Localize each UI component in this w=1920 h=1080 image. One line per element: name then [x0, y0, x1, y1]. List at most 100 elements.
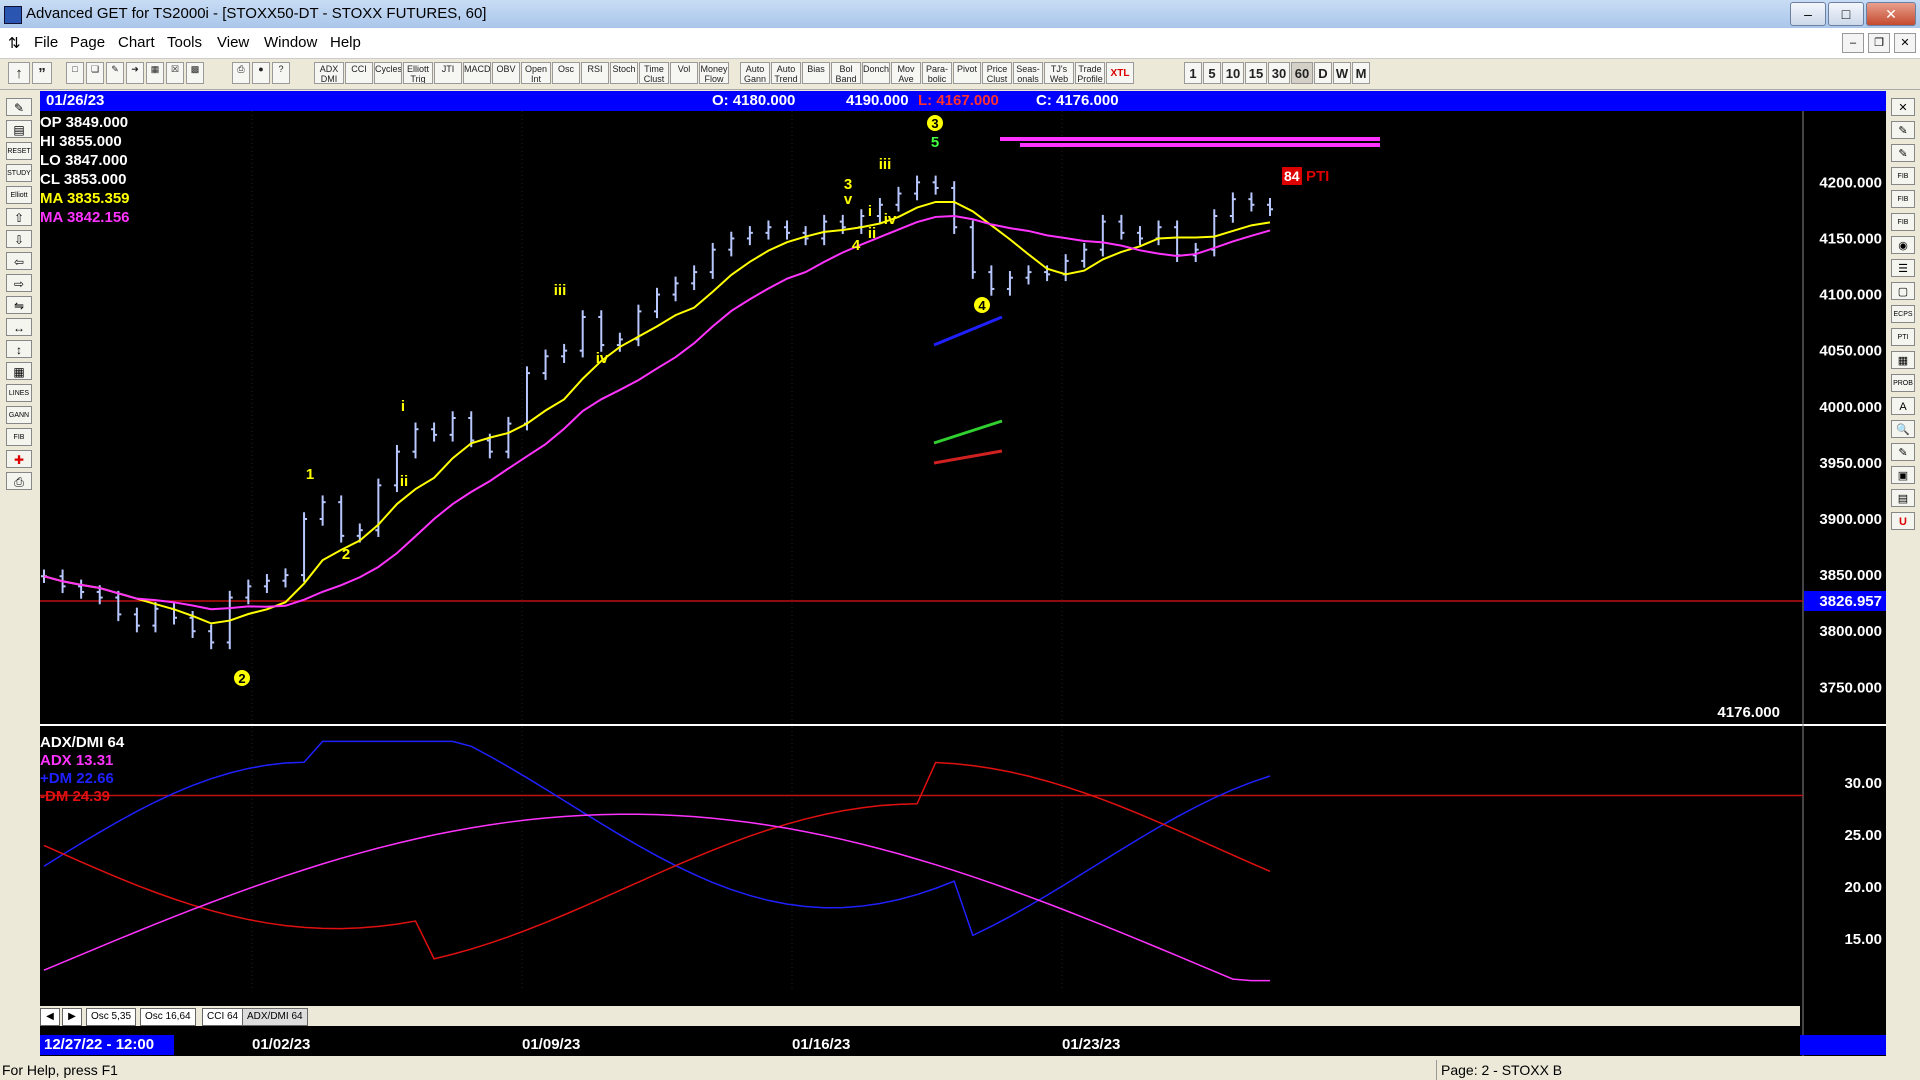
indicator-button[interactable]: RSI: [581, 62, 609, 84]
indicator-button[interactable]: Cycles: [374, 62, 402, 84]
draw-tool-icon[interactable]: A: [1891, 397, 1915, 415]
indicator-button[interactable]: JTI: [434, 62, 462, 84]
draw-tool-icon[interactable]: ↔: [6, 318, 32, 336]
indicator-button[interactable]: Seas-onals: [1013, 62, 1043, 84]
interval-button[interactable]: 5: [1203, 62, 1221, 84]
indicator-button[interactable]: MACD: [463, 62, 491, 84]
indicator-button[interactable]: Money Flow: [699, 62, 729, 84]
indicator-button[interactable]: Para-bolic: [922, 62, 952, 84]
indicator-button[interactable]: Auto Trend: [771, 62, 801, 84]
draw-tool-icon[interactable]: ✎: [1891, 121, 1915, 139]
date-scroll-bar[interactable]: [1800, 1035, 1886, 1055]
chart-area[interactable]: 4200.000 4150.000 4100.000 4050.000 4000.000…: [40, 91, 1886, 1056]
mdi-minimize-button[interactable]: –: [1842, 33, 1864, 53]
indicator-button[interactable]: OBV: [492, 62, 520, 84]
tab-next-icon[interactable]: ▶: [62, 1008, 82, 1026]
interval-button[interactable]: 10: [1222, 62, 1244, 84]
menu-chart[interactable]: Chart: [118, 34, 155, 51]
draw-tool-icon[interactable]: ⇩: [6, 230, 32, 248]
tool-study-button[interactable]: STUDY: [6, 164, 32, 182]
quote-icon[interactable]: ”: [32, 62, 52, 84]
interval-button[interactable]: W: [1333, 62, 1351, 84]
indicator-button[interactable]: Mov Ave: [891, 62, 921, 84]
tool-gann-button[interactable]: GANN: [6, 406, 32, 424]
layout-icon[interactable]: ▩: [186, 62, 204, 84]
draw-tool-icon[interactable]: ☰: [1891, 259, 1915, 277]
draw-tool-icon[interactable]: ⇨: [6, 274, 32, 292]
tool-prob-button[interactable]: PROB: [1891, 374, 1915, 392]
interval-button[interactable]: 15: [1245, 62, 1267, 84]
copy-icon[interactable]: ❏: [86, 62, 104, 84]
draw-tool-icon[interactable]: ▦: [6, 362, 32, 380]
indicator-button[interactable]: Osc: [552, 62, 580, 84]
draw-tool-icon[interactable]: ⇋: [6, 296, 32, 314]
close-button[interactable]: ✕: [1866, 2, 1916, 26]
tool-fib-ext-button[interactable]: FIB EXT: [1891, 190, 1915, 221]
bulb-icon[interactable]: ●: [252, 62, 270, 84]
draw-tool-icon[interactable]: U: [1891, 512, 1915, 530]
draw-tool-icon[interactable]: ▤: [1891, 489, 1915, 507]
tool-fib-ret-button[interactable]: FIB RET: [1891, 167, 1915, 198]
open-icon[interactable]: ✎: [106, 62, 124, 84]
menu-window[interactable]: Window: [264, 34, 317, 51]
tool-fib-time-button[interactable]: FIB TIME: [1891, 213, 1915, 244]
cross-icon[interactable]: ☒: [166, 62, 184, 84]
interval-button[interactable]: 30: [1268, 62, 1290, 84]
minimize-button[interactable]: –: [1790, 2, 1826, 26]
draw-tool-icon[interactable]: ✕: [1891, 98, 1915, 116]
draw-tool-icon[interactable]: ✚: [6, 450, 32, 468]
tab-cci-64[interactable]: CCI 64: [202, 1008, 244, 1026]
indicator-button[interactable]: ADX DMI: [314, 62, 344, 84]
draw-tool-icon[interactable]: ◉: [1891, 236, 1915, 254]
mdi-restore-button[interactable]: ❐: [1868, 33, 1890, 53]
indicator-button[interactable]: Bias: [802, 62, 830, 84]
tab-osc-16-64[interactable]: Osc 16,64: [140, 1008, 196, 1026]
tool-lines-button[interactable]: LINES: [6, 384, 32, 402]
draw-tool-icon[interactable]: ▢: [1891, 282, 1915, 300]
indicator-button[interactable]: Auto Gann: [740, 62, 770, 84]
draw-tool-icon[interactable]: ▣: [1891, 466, 1915, 484]
pointer-tool-icon[interactable]: ↑: [8, 62, 30, 84]
grid-icon[interactable]: ▦: [146, 62, 164, 84]
indicator-button[interactable]: Elliott Trig: [403, 62, 433, 84]
indicator-button[interactable]: Stoch: [610, 62, 638, 84]
menu-view[interactable]: View: [217, 34, 249, 51]
draw-tool-icon[interactable]: ▦: [1891, 351, 1915, 369]
draw-tool-icon[interactable]: ⇧: [6, 208, 32, 226]
draw-tool-icon[interactable]: ↕: [6, 340, 32, 358]
draw-tool-icon[interactable]: ⇦: [6, 252, 32, 270]
indicator-button[interactable]: Trade Profile: [1075, 62, 1105, 84]
menu-tools[interactable]: Tools: [167, 34, 202, 51]
tool-ecps-button[interactable]: ECPS: [1891, 305, 1915, 323]
chart-svg[interactable]: 4200.000 4150.000 4100.000 4050.000 4000.000…: [40, 91, 1886, 1056]
indicator-button[interactable]: XTL: [1106, 62, 1134, 84]
draw-tool-icon[interactable]: ⎙: [6, 472, 32, 490]
draw-tool-icon[interactable]: ▤: [6, 120, 32, 138]
indicator-button[interactable]: Vol: [670, 62, 698, 84]
draw-tool-icon[interactable]: ✎: [1891, 443, 1915, 461]
indicator-button[interactable]: Donch: [862, 62, 890, 84]
menu-file[interactable]: File: [34, 34, 58, 51]
indicator-button[interactable]: Bol Band: [831, 62, 861, 84]
draw-tool-icon[interactable]: ✎: [1891, 144, 1915, 162]
indicator-button[interactable]: TJ's Web: [1044, 62, 1074, 84]
menu-help[interactable]: Help: [330, 34, 361, 51]
interval-button[interactable]: D: [1314, 62, 1332, 84]
tool-elliott-button[interactable]: Elliott: [6, 186, 32, 204]
forward-icon[interactable]: ➜: [126, 62, 144, 84]
tool-fib-button[interactable]: FIB: [6, 428, 32, 446]
print-icon[interactable]: ⎙: [232, 62, 250, 84]
interval-button[interactable]: M: [1352, 62, 1370, 84]
tab-prev-icon[interactable]: ◀: [40, 1008, 60, 1026]
help-icon[interactable]: ?: [272, 62, 290, 84]
new-icon[interactable]: □: [66, 62, 84, 84]
tab-osc-5-35[interactable]: Osc 5,35: [86, 1008, 137, 1026]
tool-pti-button[interactable]: PTI: [1891, 328, 1915, 346]
menu-page[interactable]: Page: [70, 34, 105, 51]
indicator-button[interactable]: Open Int: [521, 62, 551, 84]
indicator-button[interactable]: CCI: [345, 62, 373, 84]
tab-adx-dmi-64[interactable]: ADX/DMI 64: [242, 1008, 308, 1026]
doc-icon[interactable]: ⇅: [8, 34, 21, 52]
interval-button[interactable]: 1: [1184, 62, 1202, 84]
tool-reset-button[interactable]: RESET: [6, 142, 32, 160]
